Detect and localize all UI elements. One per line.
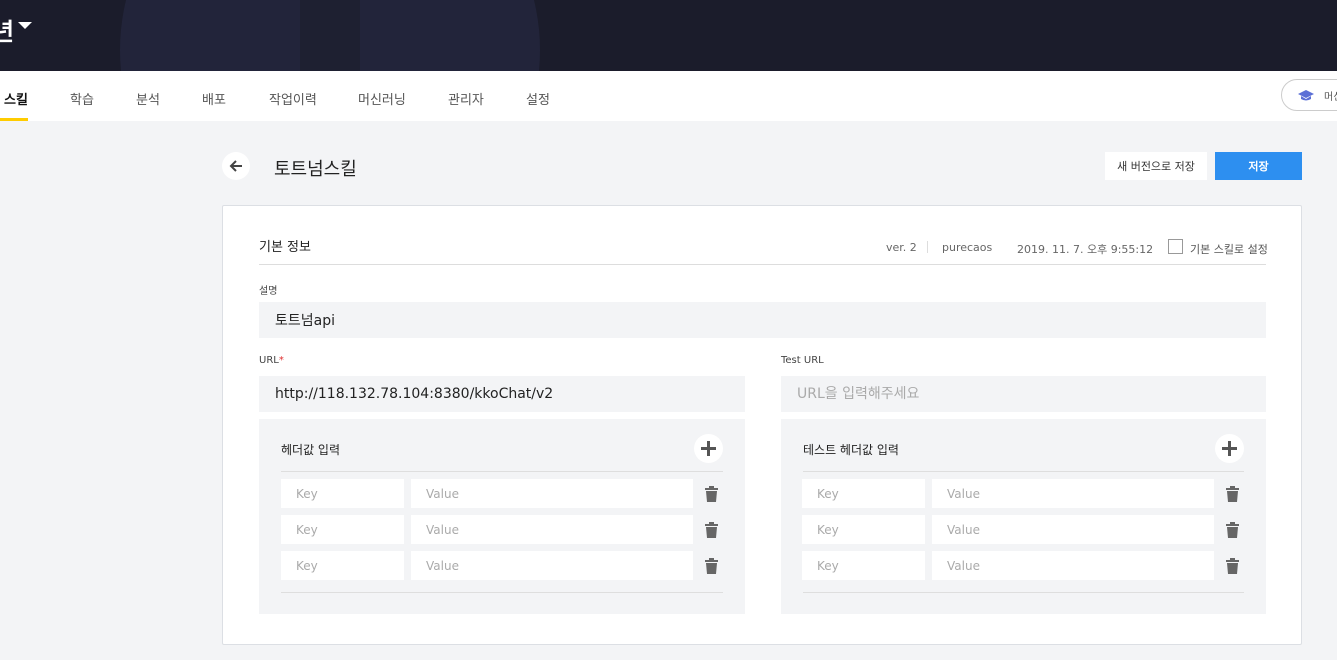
header-value-input[interactable] — [411, 515, 693, 544]
header-bottom-divider — [281, 592, 723, 593]
default-skill-checkbox[interactable] — [1168, 239, 1183, 254]
nav-item-skill[interactable]: 스킬 — [4, 89, 28, 108]
main-nav: 스킬 학습 분석 배포 작업이력 머신러닝 관리자 설정 머신 — [0, 71, 1337, 121]
graduation-cap-icon — [1298, 88, 1314, 107]
caret-down-icon[interactable] — [18, 22, 32, 29]
test-url-input[interactable] — [781, 376, 1266, 412]
url-label: URL* — [259, 355, 284, 366]
test-header-values-panel: 테스트 헤더값 입력 — [781, 419, 1266, 614]
header-key-input[interactable] — [281, 515, 404, 544]
author-label: purecaos — [942, 241, 993, 254]
project-title[interactable]: 년 — [0, 12, 14, 47]
url-label-text: URL — [259, 355, 279, 366]
save-button[interactable]: 저장 — [1215, 152, 1302, 180]
version-label: ver. 2 — [886, 241, 917, 254]
description-label: 설명 — [259, 286, 278, 297]
header-values-title: 헤더값 입력 — [281, 443, 341, 457]
url-input[interactable] — [259, 376, 745, 412]
test-header-value-input[interactable] — [932, 515, 1214, 544]
header-value-input[interactable] — [411, 479, 693, 508]
header-value-input[interactable] — [411, 551, 693, 580]
header-decoration-band — [300, 0, 360, 71]
test-header-bottom-divider — [803, 592, 1244, 593]
trash-icon[interactable] — [705, 486, 718, 502]
page-title: 토트넘스킬 — [274, 159, 357, 180]
ml-guide-label: 머신 — [1324, 92, 1337, 103]
nav-item-machine-learning[interactable]: 머신러닝 — [358, 89, 406, 108]
back-button[interactable] — [222, 152, 250, 180]
section-divider — [259, 264, 1266, 265]
arrow-left-icon — [229, 160, 242, 172]
add-header-button[interactable] — [694, 434, 723, 463]
timestamp-label: 2019. 11. 7. 오후 9:55:12 — [1017, 243, 1154, 256]
header-key-input[interactable] — [281, 479, 404, 508]
nav-item-analysis[interactable]: 분석 — [136, 89, 160, 108]
default-skill-checkbox-label[interactable]: 기본 스킬로 설정 — [1190, 241, 1268, 257]
description-input[interactable] — [259, 302, 1266, 338]
header-key-input[interactable] — [281, 551, 404, 580]
trash-icon[interactable] — [1226, 522, 1239, 538]
trash-icon[interactable] — [705, 558, 718, 574]
test-header-values-title: 테스트 헤더값 입력 — [803, 443, 899, 457]
nav-item-learning[interactable]: 학습 — [70, 89, 94, 108]
nav-item-admin[interactable]: 관리자 — [448, 89, 484, 108]
ml-guide-button[interactable]: 머신 — [1281, 79, 1337, 111]
skill-form-card: 기본 정보 ver. 2 purecaos 2019. 11. 7. 오후 9:… — [222, 205, 1302, 645]
top-header: 년 — [0, 0, 1337, 71]
test-header-value-input[interactable] — [932, 479, 1214, 508]
test-header-key-input[interactable] — [802, 515, 925, 544]
test-header-top-divider — [803, 471, 1244, 472]
test-header-value-input[interactable] — [932, 551, 1214, 580]
section-title-basic-info: 기본 정보 — [259, 240, 311, 255]
active-tab-indicator — [0, 118, 28, 121]
required-mark: * — [278, 355, 284, 366]
meta-divider — [927, 241, 928, 253]
test-header-key-input[interactable] — [802, 479, 925, 508]
header-values-panel: 헤더값 입력 — [259, 419, 745, 614]
trash-icon[interactable] — [1226, 558, 1239, 574]
add-test-header-button[interactable] — [1215, 434, 1244, 463]
nav-item-deploy[interactable]: 배포 — [202, 89, 226, 108]
nav-item-job-history[interactable]: 작업이력 — [269, 89, 317, 108]
test-header-key-input[interactable] — [802, 551, 925, 580]
nav-item-settings[interactable]: 설정 — [526, 89, 550, 108]
save-new-version-button[interactable]: 새 버전으로 저장 — [1105, 152, 1207, 180]
trash-icon[interactable] — [1226, 486, 1239, 502]
test-url-label: Test URL — [781, 355, 824, 366]
header-top-divider — [281, 471, 723, 472]
trash-icon[interactable] — [705, 522, 718, 538]
